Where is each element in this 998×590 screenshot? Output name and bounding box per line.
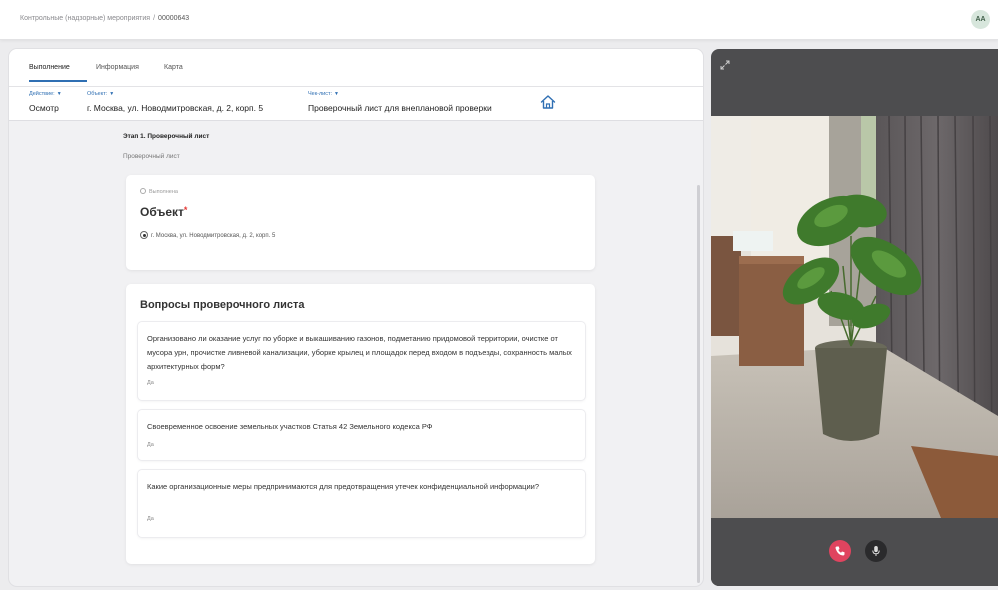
question-answer: Да — [147, 516, 154, 522]
call-controls — [711, 518, 998, 586]
stage-subtitle: Проверочный лист — [123, 153, 180, 160]
object-filter-value: г. Москва, ул. Новодмитровская, д. 2, ко… — [87, 103, 264, 113]
video-stream — [711, 116, 998, 518]
question-text: Какие организационные меры предпринимают… — [147, 482, 540, 491]
question-answer: Да — [147, 442, 154, 448]
action-filter-value: Осмотр — [29, 103, 59, 113]
tab-map[interactable]: Карта — [164, 64, 183, 71]
microphone-button[interactable] — [865, 540, 887, 562]
object-address-option[interactable]: г. Москва, ул. Новодмитровская, д. 2, ко… — [140, 231, 275, 239]
home-icon — [540, 95, 556, 109]
status-circle-icon — [140, 188, 146, 194]
top-bar: Контрольные (надзорные) мероприятия/0000… — [0, 0, 998, 40]
object-filter-label: Объект: ▼ — [87, 91, 115, 97]
required-mark: * — [183, 205, 188, 215]
home-button[interactable] — [539, 93, 557, 111]
questions-title: Вопросы проверочного листа — [140, 299, 305, 311]
breadcrumb-separator: / — [153, 15, 156, 22]
question-item[interactable]: Какие организационные меры предпринимают… — [138, 470, 585, 537]
tab-information[interactable]: Информация — [96, 64, 139, 71]
inspection-panel: Выполнение Информация Карта Действие: ▼ О… — [9, 49, 703, 586]
stage-title: Этап 1. Проверочный лист — [123, 133, 210, 140]
object-filter[interactable]: Объект: ▼ г. Москва, ул. Новодмитровская,… — [87, 91, 263, 113]
checklist-content: Этап 1. Проверочный лист Проверочный лис… — [9, 121, 703, 586]
question-text: Организовано ли оказание услуг по уборке… — [147, 334, 572, 371]
phone-icon — [835, 546, 845, 556]
checklist-filter-label: Чек-лист: ▼ — [308, 91, 339, 97]
checklist-filter[interactable]: Чек-лист: ▼ Проверочный лист для внеплано… — [308, 91, 492, 113]
filter-bar: Действие: ▼ Осмотр Объект: ▼ г. Москва, ул… — [9, 87, 703, 121]
breadcrumb: Контрольные (надзорные) мероприятия/0000… — [20, 15, 189, 22]
question-item[interactable]: Организовано ли оказание услуг по уборке… — [138, 322, 585, 400]
question-answer: Да — [147, 380, 154, 386]
action-filter[interactable]: Действие: ▼ Осмотр — [29, 91, 62, 113]
breadcrumb-parent-link[interactable]: Контрольные (надзорные) мероприятия — [20, 15, 150, 22]
microphone-icon — [872, 546, 880, 556]
chevron-down-icon: ▼ — [109, 91, 115, 97]
tab-bar: Выполнение Информация Карта — [9, 49, 703, 87]
chevron-down-icon: ▼ — [56, 91, 62, 97]
tab-execution[interactable]: Выполнение — [29, 64, 70, 71]
action-filter-label: Действие: ▼ — [29, 91, 62, 97]
expand-button[interactable] — [720, 57, 730, 70]
question-text: Своевременное освоение земельных участко… — [147, 422, 433, 431]
question-item[interactable]: Своевременное освоение земельных участко… — [138, 410, 585, 460]
end-call-button[interactable] — [829, 540, 851, 562]
checklist-filter-value: Проверочный лист для внеплановой проверк… — [308, 103, 492, 113]
expand-icon — [720, 60, 730, 70]
status-badge: Выполнена — [140, 188, 178, 195]
radio-selected-icon[interactable] — [140, 231, 148, 239]
breadcrumb-current: 00000643 — [158, 15, 190, 22]
scrollbar[interactable] — [697, 185, 700, 583]
active-tab-indicator — [29, 80, 87, 82]
video-call-panel — [711, 49, 998, 586]
questions-card: Вопросы проверочного листа Организовано … — [126, 284, 595, 564]
object-title: Объект* — [140, 205, 188, 219]
chevron-down-icon: ▼ — [334, 91, 339, 97]
object-card: Выполнена Объект* г. Москва, ул. Новодми… — [126, 175, 595, 270]
user-avatar[interactable]: AA — [971, 10, 990, 29]
